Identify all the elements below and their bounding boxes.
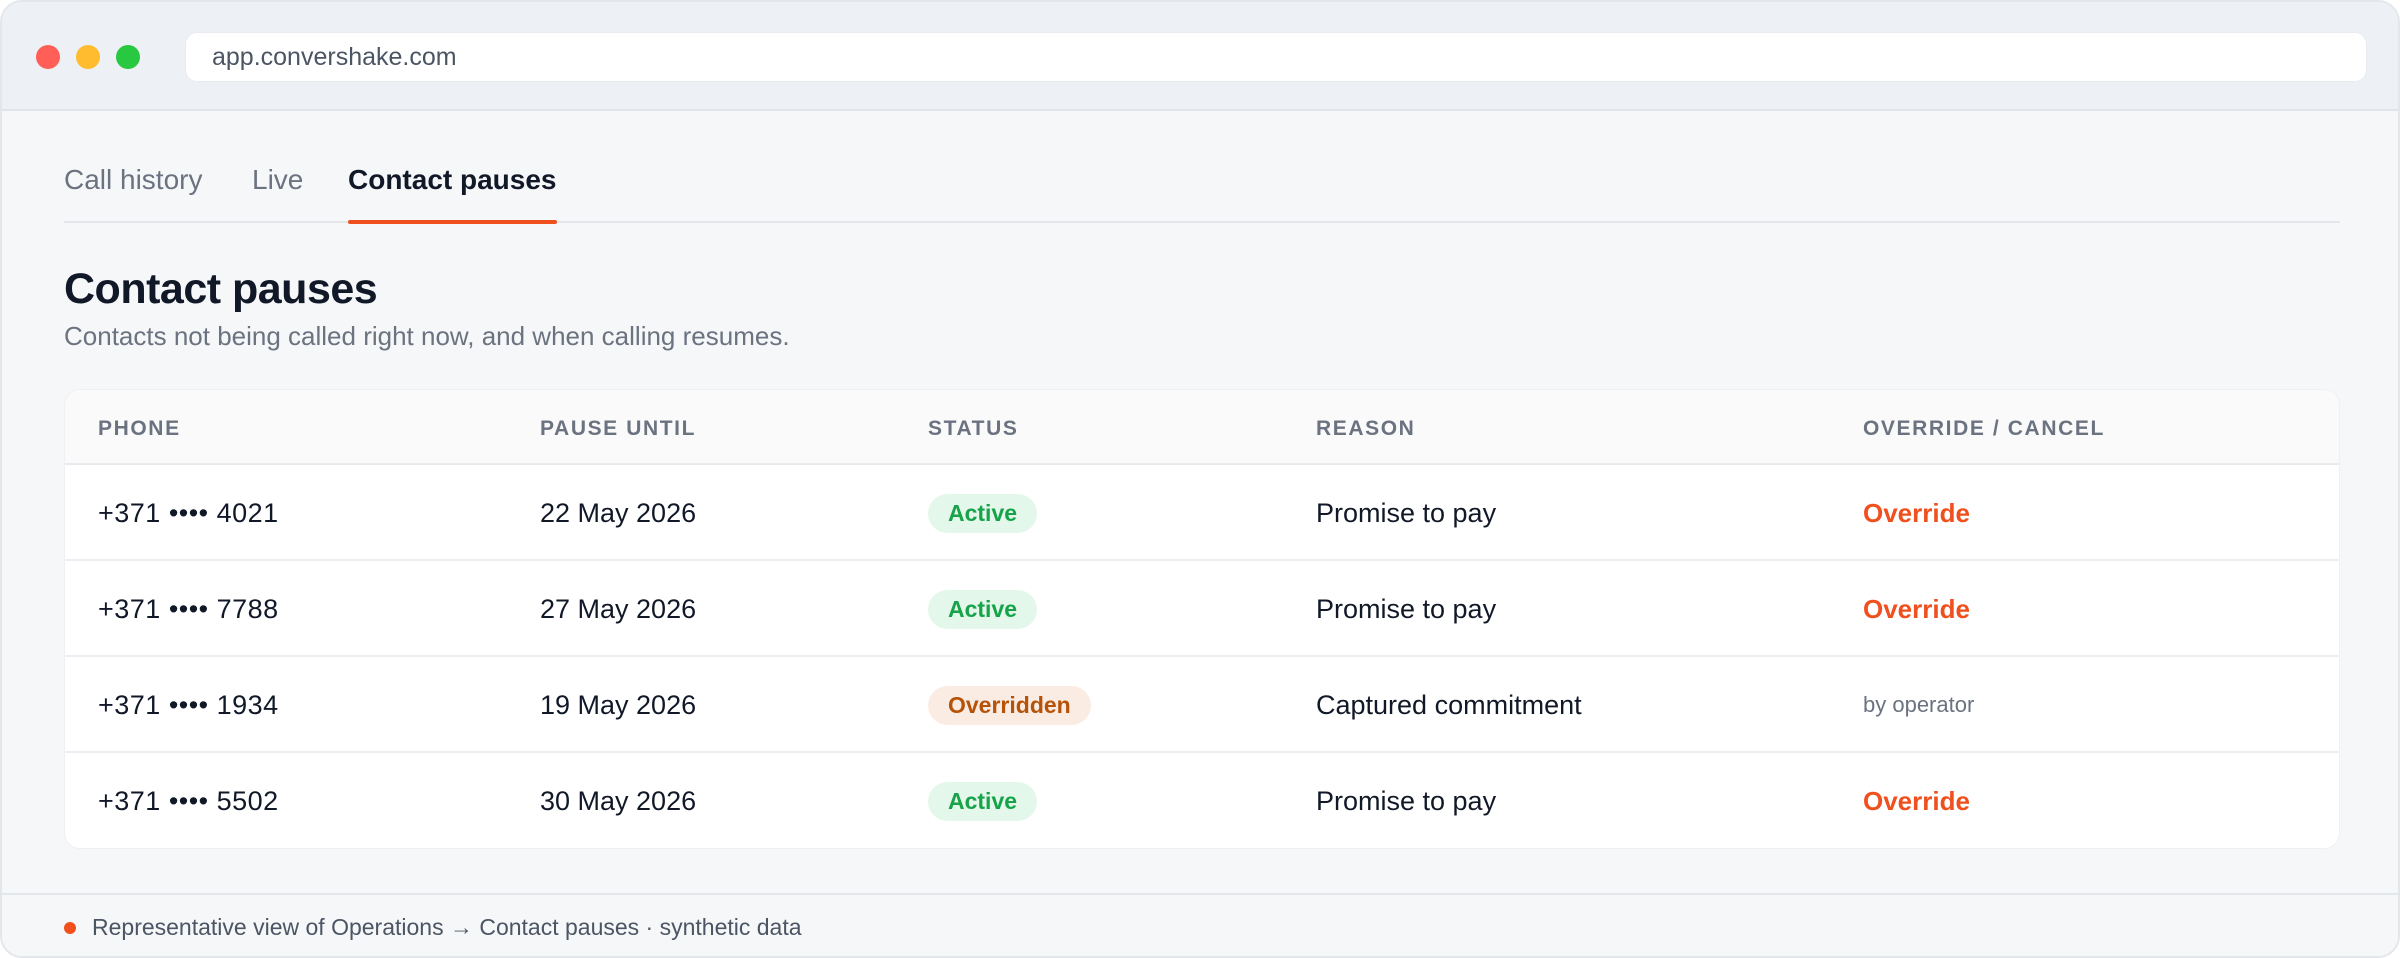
column-header-override-cancel: OVERRIDE / CANCEL bbox=[1863, 417, 2105, 440]
table-row: +371 •••• 7788 27 May 2026 Active Promis… bbox=[65, 561, 2339, 657]
status-badge: Active bbox=[928, 589, 1038, 629]
reason-cell: Promise to pay bbox=[1316, 785, 1497, 816]
page-subtitle: Contacts not being called right now, and… bbox=[64, 321, 790, 351]
table-row: +371 •••• 4021 22 May 2026 Active Promis… bbox=[65, 465, 2339, 561]
page-title: Contact pauses bbox=[64, 265, 378, 313]
address-bar-url: app.convershake.com bbox=[212, 42, 457, 71]
phone-cell: +371 •••• 4021 bbox=[98, 497, 279, 528]
phone-cell: +371 •••• 7788 bbox=[98, 593, 279, 624]
status-cell: Active bbox=[928, 753, 1038, 848]
tab-live[interactable]: Live bbox=[252, 164, 303, 223]
footer: Representative view of Operations → Cont… bbox=[2, 893, 2398, 956]
pause-until-cell: 30 May 2026 bbox=[540, 785, 697, 816]
override-link[interactable]: Override bbox=[1863, 594, 1970, 625]
contact-pauses-table: PHONE PAUSE UNTIL STATUS REASON OVERRIDE… bbox=[64, 389, 2340, 849]
reason-cell: Promise to pay bbox=[1316, 593, 1497, 624]
override-link[interactable]: Override bbox=[1863, 498, 1970, 529]
reason-cell: Promise to pay bbox=[1316, 497, 1497, 528]
tab-call-history[interactable]: Call history bbox=[64, 164, 202, 223]
status-cell: Active bbox=[928, 465, 1038, 561]
status-cell: Active bbox=[928, 561, 1038, 657]
column-header-phone: PHONE bbox=[98, 417, 181, 440]
close-window-button[interactable] bbox=[36, 45, 60, 69]
table-row: +371 •••• 5502 30 May 2026 Active Promis… bbox=[65, 753, 2339, 848]
override-link[interactable]: Override bbox=[1863, 786, 1970, 817]
pause-until-cell: 19 May 2026 bbox=[540, 689, 697, 720]
address-bar[interactable]: app.convershake.com bbox=[185, 32, 2367, 82]
action-cell: Override bbox=[1863, 465, 1970, 561]
status-badge: Overridden bbox=[928, 685, 1091, 725]
column-header-reason: REASON bbox=[1316, 417, 1416, 440]
maximize-window-button[interactable] bbox=[116, 45, 140, 69]
column-header-status: STATUS bbox=[928, 417, 1019, 440]
column-header-pause-until: PAUSE UNTIL bbox=[540, 417, 697, 440]
tab-contact-pauses[interactable]: Contact pauses bbox=[348, 164, 557, 224]
tab-bar: Call history Live Contact pauses bbox=[64, 150, 2340, 224]
phone-cell: +371 •••• 5502 bbox=[98, 785, 279, 816]
overridden-by-note: by operator bbox=[1863, 692, 1975, 717]
table-header: PHONE PAUSE UNTIL STATUS REASON OVERRIDE… bbox=[65, 390, 2339, 465]
reason-cell: Captured commitment bbox=[1316, 689, 1582, 720]
status-badge: Active bbox=[928, 781, 1038, 821]
status-dot-icon bbox=[64, 922, 76, 934]
footer-caption: Representative view of Operations → Cont… bbox=[92, 914, 802, 940]
title-bar: app.convershake.com bbox=[2, 2, 2398, 111]
phone-cell: +371 •••• 1934 bbox=[98, 689, 279, 720]
table-row: +371 •••• 1934 19 May 2026 Overridden Ca… bbox=[65, 657, 2339, 753]
action-cell: by operator bbox=[1863, 657, 1974, 753]
status-badge: Active bbox=[928, 493, 1038, 533]
pause-until-cell: 27 May 2026 bbox=[540, 593, 697, 624]
browser-window: app.convershake.com Call history Live Co… bbox=[0, 0, 2400, 958]
status-cell: Overridden bbox=[928, 657, 1091, 753]
minimize-window-button[interactable] bbox=[76, 45, 100, 69]
action-cell: Override bbox=[1863, 753, 1970, 848]
pause-until-cell: 22 May 2026 bbox=[540, 497, 697, 528]
action-cell: Override bbox=[1863, 561, 1970, 657]
